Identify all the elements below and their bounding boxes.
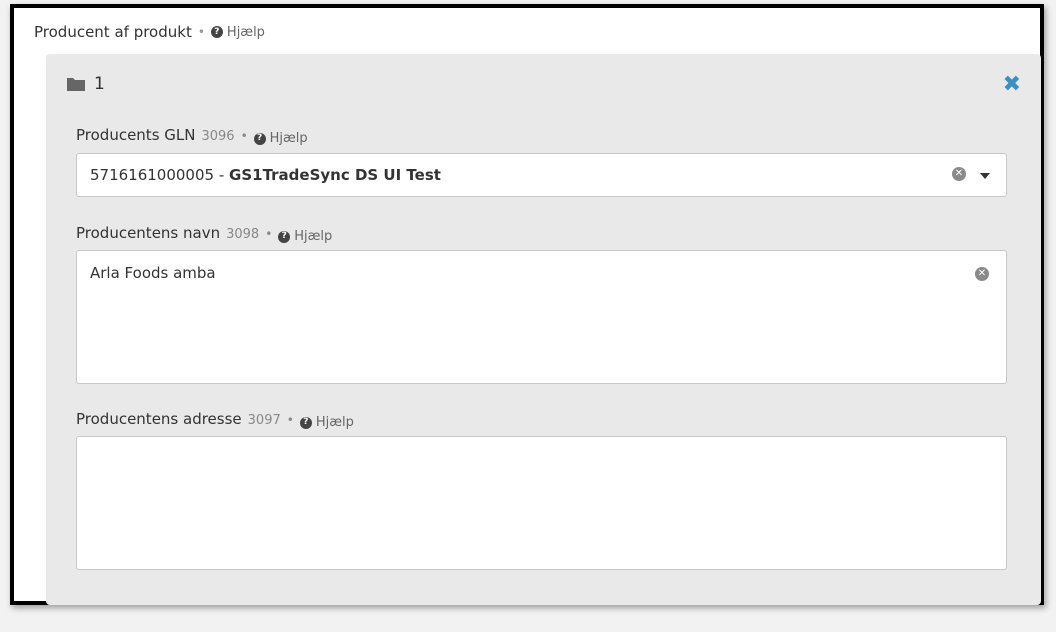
producer-name-value: Arla Foods amba bbox=[90, 264, 216, 282]
help-label: Hjælp bbox=[294, 229, 333, 244]
producer-address-textarea[interactable] bbox=[76, 436, 1007, 570]
gln-field-label: Producents GLN 3096 • ? Hjælp bbox=[76, 126, 308, 146]
address-field-label: Producentens adresse 3097 • ? Hjælp bbox=[76, 410, 354, 430]
help-label: Hjælp bbox=[269, 131, 308, 146]
folder-icon bbox=[67, 78, 85, 91]
gln-help-link[interactable]: ? Hjælp bbox=[253, 131, 308, 146]
help-link[interactable]: ? Hjælp bbox=[210, 24, 265, 40]
item-index: 1 bbox=[94, 74, 105, 94]
name-label: Producentens navn bbox=[76, 224, 221, 242]
address-label: Producentens adresse bbox=[76, 410, 242, 428]
name-code: 3098 bbox=[226, 227, 260, 242]
section-header: Producent af produkt • ? Hjælp bbox=[34, 23, 265, 41]
producer-item-panel: 1 ✖ Producents GLN 3096 • ? Hjælp 571616… bbox=[46, 54, 1041, 605]
question-circle-icon: ? bbox=[210, 26, 223, 38]
item-header: 1 bbox=[66, 74, 105, 94]
gln-select[interactable]: 5716161000005 - GS1TradeSync DS UI Test … bbox=[76, 153, 1007, 197]
address-code: 3097 bbox=[247, 413, 281, 428]
gln-value-prefix: 5716161000005 - bbox=[90, 166, 230, 184]
chevron-down-icon[interactable] bbox=[980, 173, 990, 179]
clear-icon[interactable]: ✕ bbox=[952, 167, 966, 181]
clear-icon[interactable]: ✕ bbox=[975, 267, 989, 281]
separator-dot: • bbox=[240, 129, 248, 143]
producer-section: Producent af produkt • ? Hjælp 1 ✖ Produ… bbox=[10, 4, 1044, 605]
producer-name-textarea[interactable]: Arla Foods amba ✕ bbox=[76, 250, 1007, 384]
gln-code: 3096 bbox=[201, 129, 235, 144]
help-label: Hjælp bbox=[315, 415, 354, 430]
question-circle-icon: ? bbox=[278, 230, 291, 243]
separator-dot: • bbox=[286, 413, 294, 427]
separator-dot: • bbox=[265, 227, 273, 241]
name-field-label: Producentens navn 3098 • ? Hjælp bbox=[76, 224, 332, 244]
question-circle-icon: ? bbox=[253, 132, 266, 145]
gln-value-name: GS1TradeSync DS UI Test bbox=[229, 166, 441, 184]
separator-dot: • bbox=[197, 25, 205, 39]
gln-label: Producents GLN bbox=[76, 126, 196, 144]
close-icon: ✖ bbox=[1002, 72, 1021, 97]
question-circle-icon: ? bbox=[299, 416, 312, 429]
section-title: Producent af produkt bbox=[34, 23, 192, 41]
name-help-link[interactable]: ? Hjælp bbox=[278, 229, 332, 244]
address-help-link[interactable]: ? Hjælp bbox=[299, 415, 354, 430]
remove-item-button[interactable]: ✖ bbox=[1003, 74, 1021, 96]
help-label: Hjælp bbox=[226, 24, 265, 40]
